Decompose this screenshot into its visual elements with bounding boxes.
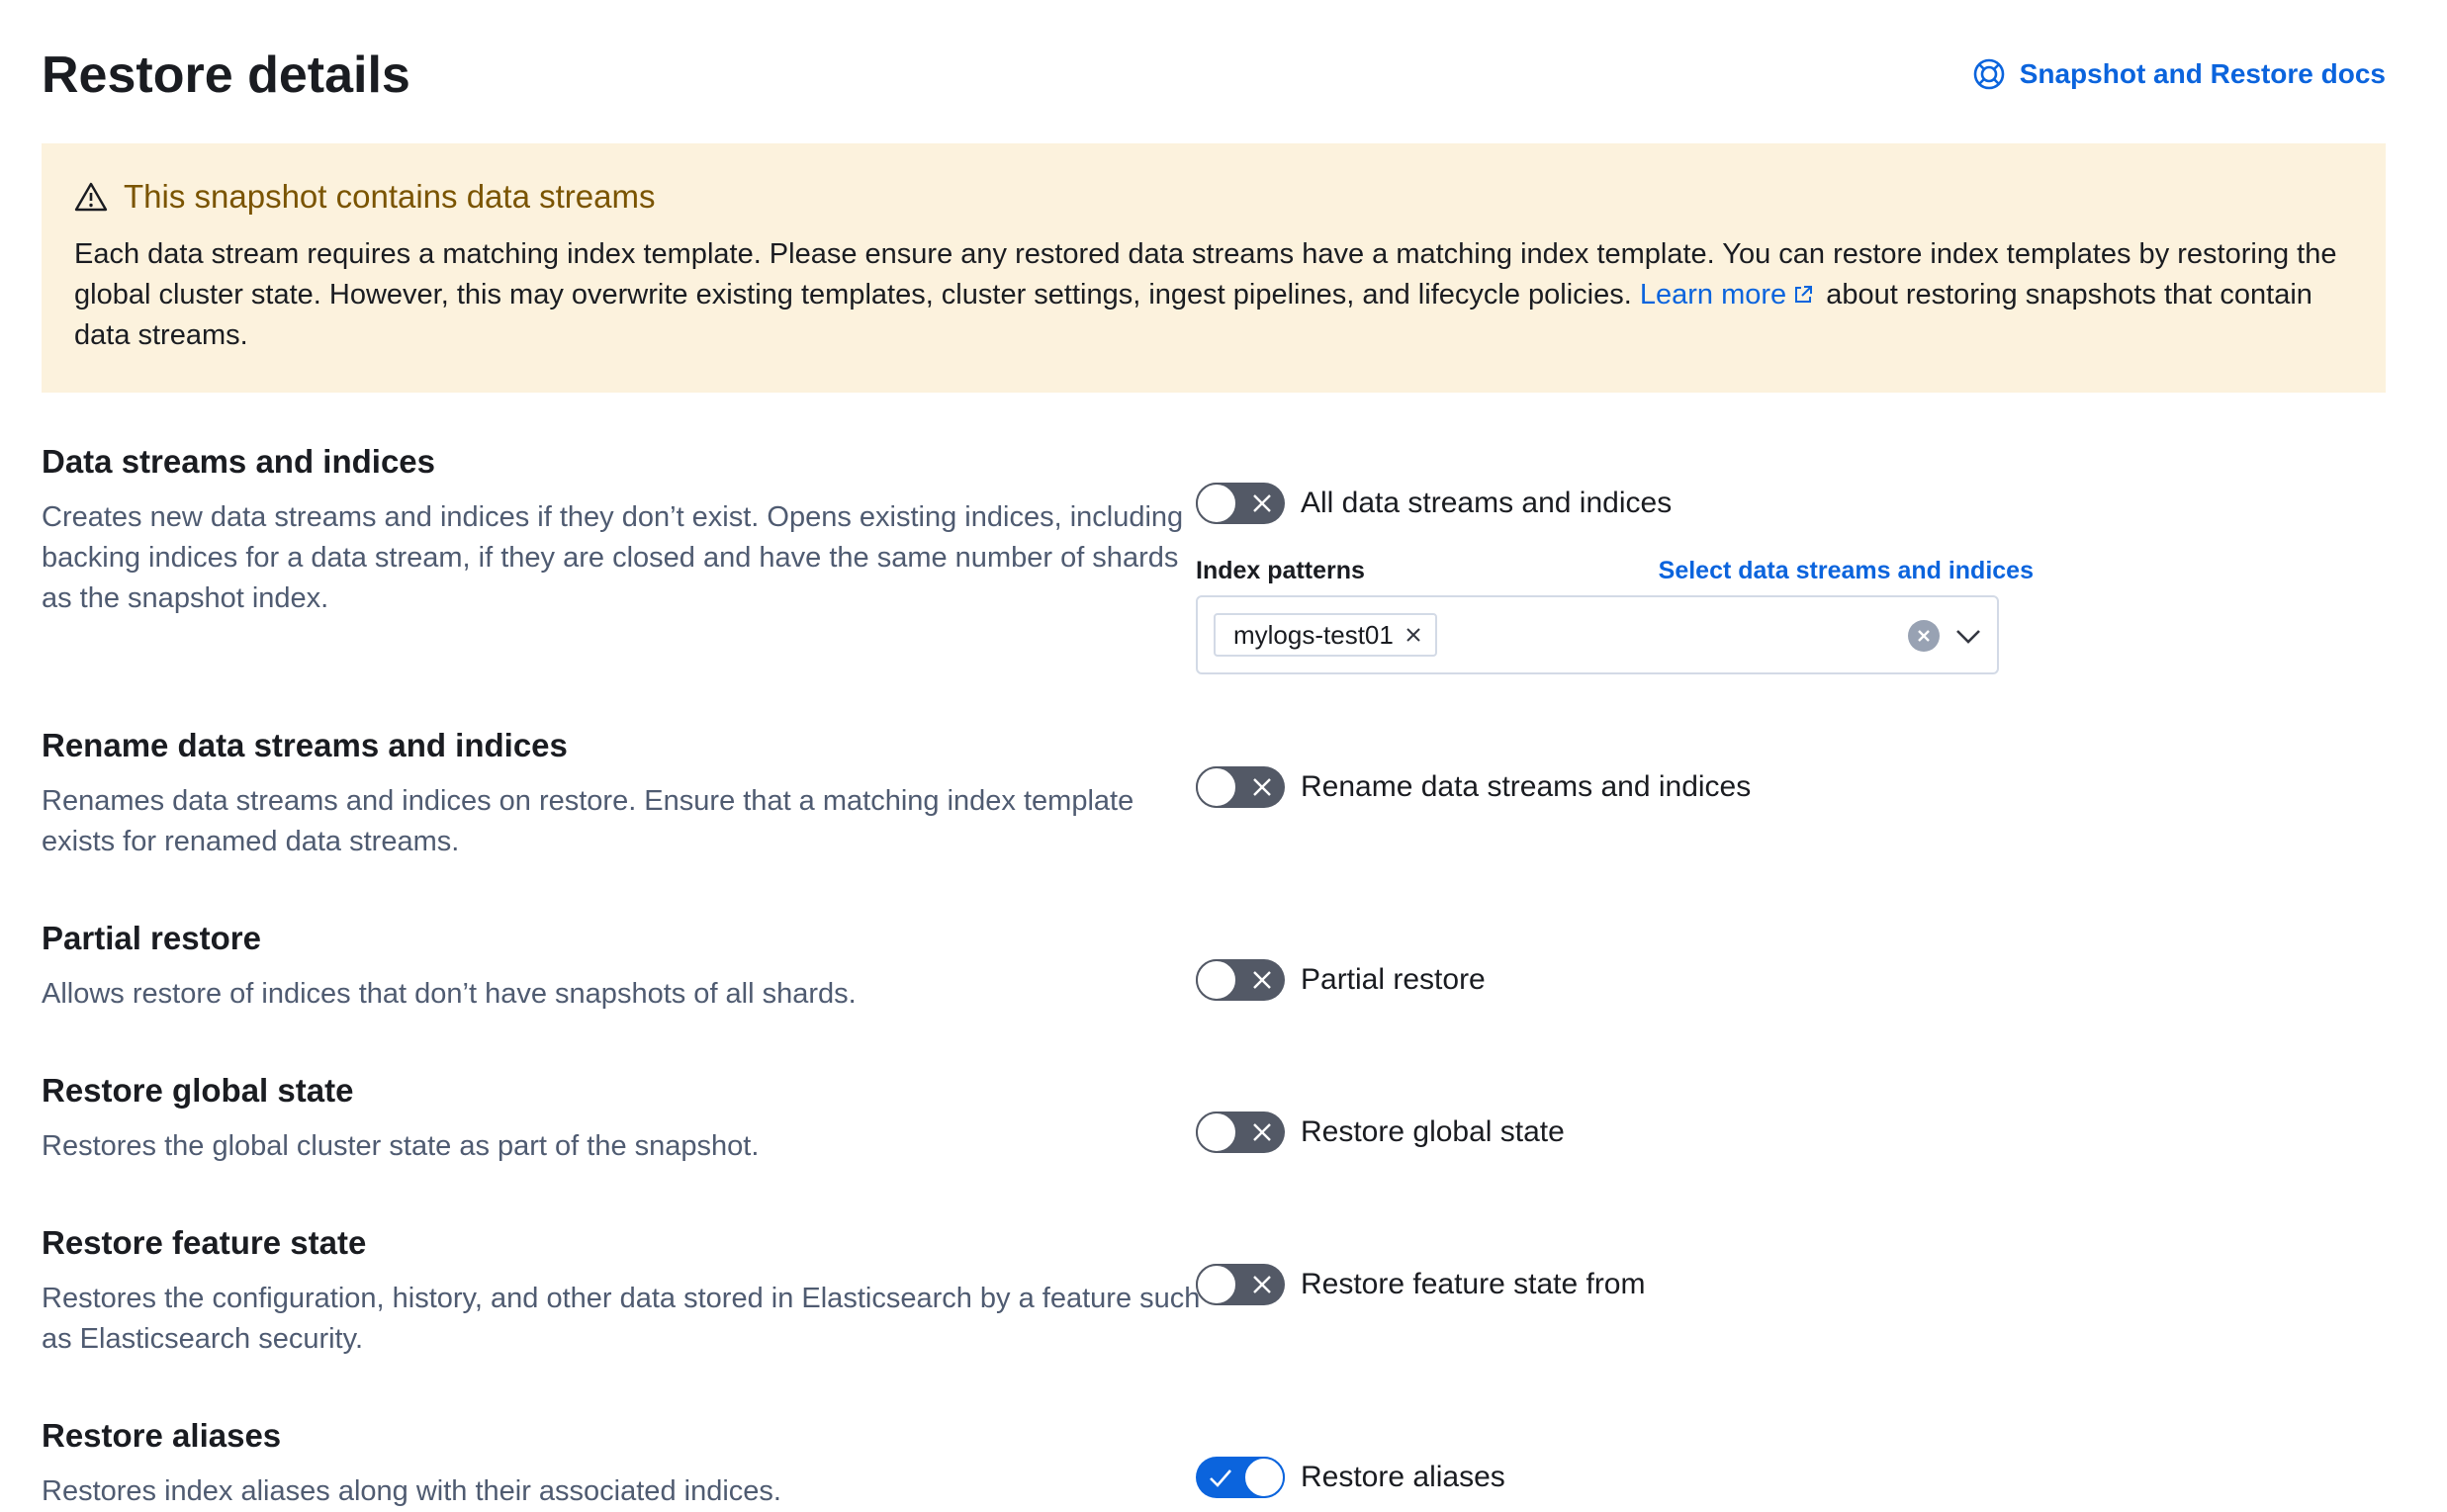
data-streams-warning-callout: This snapshot contains data streams Each… xyxy=(42,143,2386,393)
cross-icon xyxy=(1253,778,1271,796)
switch-label: Partial restore xyxy=(1301,963,1486,996)
cross-icon xyxy=(1406,628,1420,642)
page-title: Restore details xyxy=(42,46,410,104)
section-title: Restore feature state xyxy=(42,1224,367,1261)
switch-knob xyxy=(1196,483,1237,524)
cross-icon xyxy=(1253,1276,1271,1293)
section-description: Creates new data streams and indices if … xyxy=(42,501,1184,614)
section-description: Renames data streams and indices on rest… xyxy=(42,785,1134,857)
section-description: Restores the configuration, history, and… xyxy=(42,1283,1201,1355)
aliases-switch-row: Restore aliases xyxy=(1196,1457,1505,1498)
section-title: Partial restore xyxy=(42,920,261,956)
switch-label: Rename data streams and indices xyxy=(1301,770,1752,803)
docs-link-label: Snapshot and Restore docs xyxy=(2019,58,2386,89)
clear-icon[interactable] xyxy=(1908,620,1940,652)
switch-knob xyxy=(1196,1112,1237,1153)
learn-more-link[interactable]: Learn more xyxy=(1640,279,1818,311)
cross-icon xyxy=(1253,494,1271,512)
global-state-switch-row: Restore global state xyxy=(1196,1112,1565,1153)
switch-knob xyxy=(1243,1457,1285,1498)
rename-switch[interactable] xyxy=(1196,766,1285,808)
check-icon xyxy=(1210,1469,1231,1487)
callout-title: This snapshot contains data streams xyxy=(74,177,2353,217)
restore-details-page: Restore details Snapshot and Restore doc… xyxy=(0,0,2447,1507)
section-title: Restore aliases xyxy=(42,1417,282,1454)
remove-pill-button[interactable] xyxy=(1405,627,1421,643)
section-description: Restores the global cluster state as par… xyxy=(42,1130,760,1162)
section-title: Data streams and indices xyxy=(42,443,435,480)
index-patterns-label: Index patterns xyxy=(1196,557,1365,584)
switch-label: Restore global state xyxy=(1301,1115,1565,1148)
aliases-switch[interactable] xyxy=(1196,1457,1285,1498)
switch-knob xyxy=(1196,766,1237,808)
feature-state-switch[interactable] xyxy=(1196,1264,1285,1305)
global-state-switch[interactable] xyxy=(1196,1112,1285,1153)
pill-label: mylogs-test01 xyxy=(1233,619,1394,650)
feature-state-switch-row: Restore feature state from xyxy=(1196,1264,1646,1305)
chevron-down-icon[interactable] xyxy=(1953,621,1983,651)
callout-title-text: This snapshot contains data streams xyxy=(124,178,656,215)
all-data-streams-switch-row: All data streams and indices xyxy=(1196,483,1672,524)
callout-body: Each data stream requires a matching ind… xyxy=(74,234,2353,356)
section-description: Restores index aliases along with their … xyxy=(42,1475,781,1507)
page-header: Restore details Snapshot and Restore doc… xyxy=(42,40,2386,111)
switch-knob xyxy=(1196,1264,1237,1305)
index-pattern-pill: mylogs-test01 xyxy=(1214,613,1437,657)
help-icon xyxy=(1973,58,2005,90)
warning-icon xyxy=(74,182,108,212)
rename-switch-row: Rename data streams and indices xyxy=(1196,766,1751,808)
partial-restore-switch-row: Partial restore xyxy=(1196,959,1486,1001)
switch-label: Restore feature state from xyxy=(1301,1268,1646,1300)
cross-icon xyxy=(1253,971,1271,989)
cross-icon xyxy=(1253,1123,1271,1141)
docs-link[interactable]: Snapshot and Restore docs xyxy=(1972,57,2386,91)
switch-knob xyxy=(1196,959,1237,1001)
section-title: Rename data streams and indices xyxy=(42,727,568,763)
section-description: Allows restore of indices that don’t hav… xyxy=(42,978,857,1010)
learn-more-label: Learn more xyxy=(1639,279,1787,311)
all-data-streams-switch[interactable] xyxy=(1196,483,1285,524)
section-title: Restore global state xyxy=(42,1072,354,1109)
switch-label: All data streams and indices xyxy=(1301,487,1673,519)
partial-restore-switch[interactable] xyxy=(1196,959,1285,1001)
select-data-streams-link[interactable]: Select data streams and indices xyxy=(1484,557,2034,585)
external-link-icon xyxy=(1795,286,1813,303)
switch-label: Restore aliases xyxy=(1301,1461,1505,1493)
index-patterns-combobox[interactable]: mylogs-test01 xyxy=(1196,595,1999,674)
